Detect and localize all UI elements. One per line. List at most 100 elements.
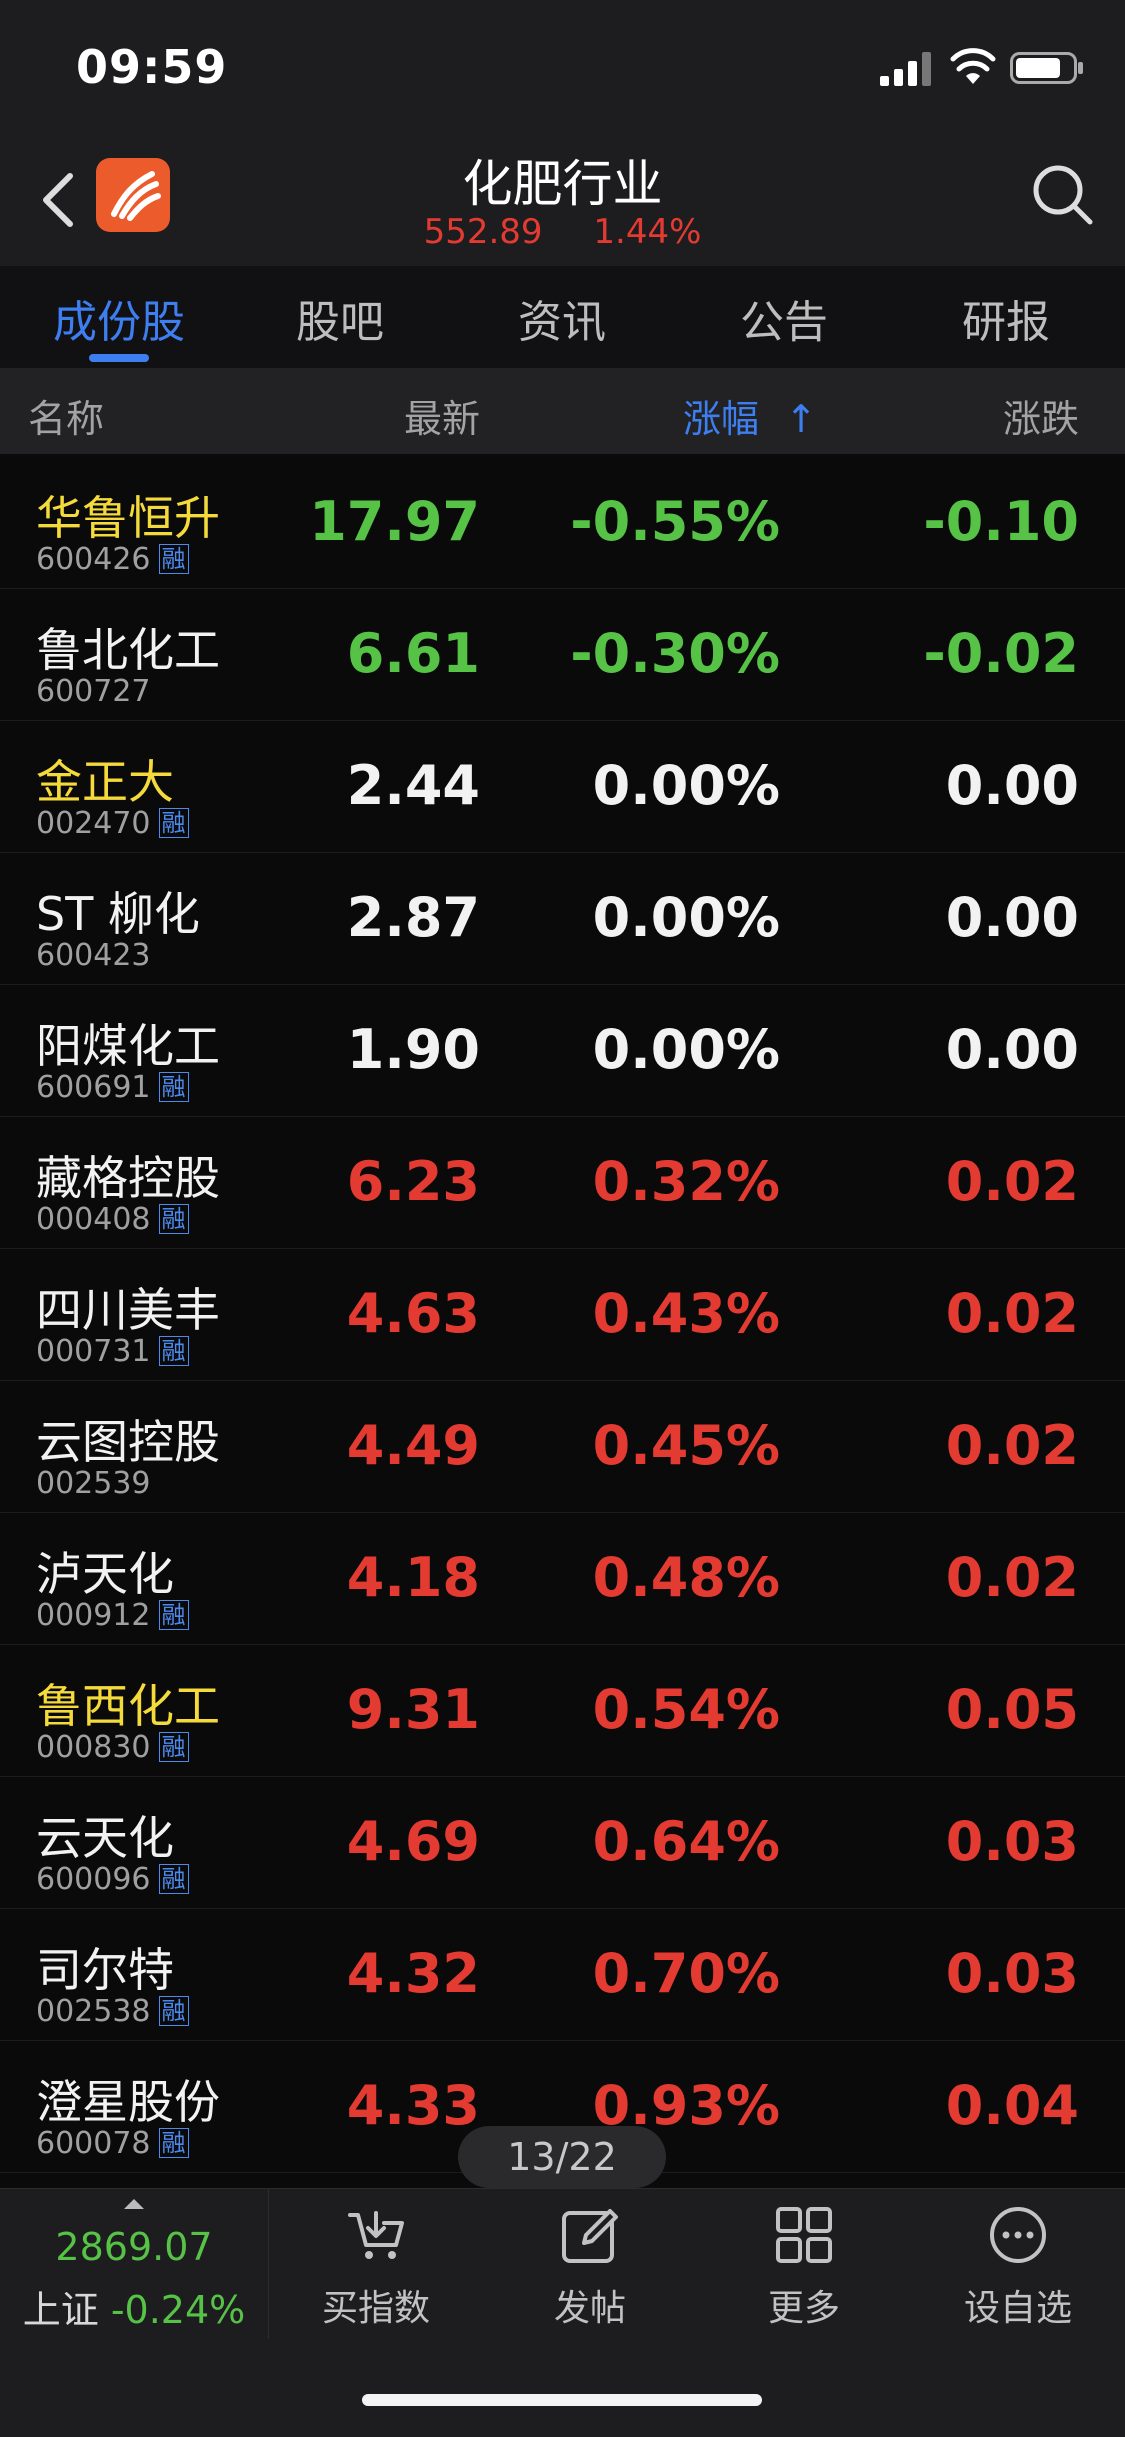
index-ticker-value: 2869.07 bbox=[55, 2225, 213, 2269]
stock-name: 藏格控股 bbox=[36, 1151, 220, 1205]
latest-price: 4.18 bbox=[346, 1546, 480, 1609]
tab-forum[interactable]: 股吧 bbox=[260, 286, 420, 350]
margin-trading-badge: 融 bbox=[158, 1864, 189, 1894]
stock-code-text: 600426 bbox=[36, 542, 151, 577]
index-quote: 552.89 1.44% bbox=[0, 212, 1125, 252]
stock-code-text: 000830 bbox=[36, 1730, 151, 1765]
margin-trading-badge: 融 bbox=[158, 544, 189, 574]
latest-price: 6.61 bbox=[346, 622, 480, 685]
stock-code: 000830 融 bbox=[36, 1730, 189, 1765]
table-row[interactable]: 华鲁恒升 600426 融 17.97 -0.55% -0.10 bbox=[0, 456, 1125, 589]
latest-price: 2.44 bbox=[346, 754, 480, 817]
price-change: 0.00 bbox=[945, 1018, 1079, 1081]
stock-code-text: 600727 bbox=[36, 674, 151, 709]
percent-change: 0.32% bbox=[592, 1150, 780, 1213]
latest-price: 6.23 bbox=[346, 1150, 480, 1213]
search-icon[interactable] bbox=[1030, 162, 1096, 228]
stock-code: 002470 融 bbox=[36, 806, 189, 841]
tab-bar: 成份股 股吧 资讯 公告 研报 bbox=[0, 266, 1125, 368]
table-row[interactable]: ST 柳化 600423 2.87 0.00% 0.00 bbox=[0, 852, 1125, 985]
margin-trading-badge: 融 bbox=[158, 1732, 189, 1762]
percent-change: 0.48% bbox=[592, 1546, 780, 1609]
margin-trading-badge: 融 bbox=[158, 1996, 189, 2026]
nav-header: 化肥行业 552.89 1.44% bbox=[0, 132, 1125, 266]
more-label: 更多 bbox=[767, 2288, 840, 2329]
stock-code: 600078 融 bbox=[36, 2126, 189, 2161]
table-row[interactable]: 云图控股 002539 4.49 0.45% 0.02 bbox=[0, 1380, 1125, 1513]
stock-name: 阳煤化工 bbox=[36, 1019, 220, 1073]
index-ticker[interactable]: 2869.07 上证 -0.24% bbox=[0, 2189, 269, 2339]
latest-price: 4.32 bbox=[346, 1942, 480, 2005]
col-pct-label: 涨幅 bbox=[683, 397, 760, 441]
buy-index-button[interactable]: 买指数 bbox=[296, 2203, 456, 2331]
table-row[interactable]: 鲁北化工 600727 6.61 -0.30% -0.02 bbox=[0, 588, 1125, 721]
percent-change: 0.45% bbox=[592, 1414, 780, 1477]
percent-change: 0.00% bbox=[592, 1018, 780, 1081]
col-change[interactable]: 涨跌 bbox=[1003, 388, 1079, 443]
compose-icon bbox=[562, 2209, 618, 2263]
price-change: 0.03 bbox=[945, 1810, 1079, 1873]
stock-name: 司尔特 bbox=[36, 1943, 174, 1997]
table-row[interactable]: 四川美丰 000731 融 4.63 0.43% 0.02 bbox=[0, 1248, 1125, 1381]
col-pct[interactable]: 涨幅 ↑ bbox=[683, 388, 817, 443]
table-row[interactable]: 云天化 600096 融 4.69 0.64% 0.03 bbox=[0, 1776, 1125, 1909]
table-row[interactable]: 藏格控股 000408 融 6.23 0.32% 0.02 bbox=[0, 1116, 1125, 1249]
add-watchlist-button[interactable]: 设自选 bbox=[938, 2203, 1098, 2331]
tab-announcements[interactable]: 公告 bbox=[704, 286, 864, 350]
index-ticker-change: -0.24% bbox=[110, 2288, 246, 2332]
margin-trading-badge: 融 bbox=[158, 808, 189, 838]
price-change: 0.02 bbox=[945, 1546, 1079, 1609]
price-change: 0.05 bbox=[945, 1678, 1079, 1741]
stock-name: 鲁北化工 bbox=[36, 623, 220, 677]
price-change: 0.00 bbox=[945, 886, 1079, 949]
percent-change: 0.54% bbox=[592, 1678, 780, 1741]
latest-price: 1.90 bbox=[346, 1018, 480, 1081]
signal-icon bbox=[880, 52, 931, 86]
tab-constituents[interactable]: 成份股 bbox=[39, 286, 199, 350]
post-button[interactable]: 发帖 bbox=[510, 2203, 670, 2331]
col-name[interactable]: 名称 bbox=[28, 388, 104, 443]
percent-change: -0.30% bbox=[570, 622, 780, 685]
percent-change: 0.00% bbox=[592, 754, 780, 817]
price-change: 0.02 bbox=[945, 1150, 1079, 1213]
price-change: -0.02 bbox=[923, 622, 1079, 685]
table-row[interactable]: 金正大 002470 融 2.44 0.00% 0.00 bbox=[0, 720, 1125, 853]
more-dots-icon bbox=[990, 2207, 1046, 2263]
home-indicator[interactable] bbox=[362, 2394, 762, 2406]
post-label: 发帖 bbox=[553, 2288, 626, 2329]
latest-price: 4.63 bbox=[346, 1282, 480, 1345]
status-bar: 09:59 bbox=[0, 0, 1125, 132]
stock-code-text: 000731 bbox=[36, 1334, 151, 1369]
latest-price: 4.33 bbox=[346, 2074, 480, 2137]
column-header: 名称 最新 涨幅 ↑ 涨跌 bbox=[0, 368, 1125, 454]
stock-code: 000408 融 bbox=[36, 1202, 189, 1237]
stock-code: 000912 融 bbox=[36, 1598, 189, 1633]
stock-code-text: 000912 bbox=[36, 1598, 151, 1633]
battery-icon bbox=[1010, 52, 1083, 84]
stock-code-text: 600423 bbox=[36, 938, 151, 973]
stock-code: 600423 bbox=[36, 938, 151, 973]
tab-research[interactable]: 研报 bbox=[926, 286, 1086, 350]
latest-price: 4.69 bbox=[346, 1810, 480, 1873]
wifi-icon bbox=[950, 48, 996, 84]
percent-change: 0.70% bbox=[592, 1942, 780, 2005]
price-change: 0.03 bbox=[945, 1942, 1079, 2005]
percent-change: 0.43% bbox=[592, 1282, 780, 1345]
col-latest[interactable]: 最新 bbox=[404, 388, 480, 443]
table-row[interactable]: 泸天化 000912 融 4.18 0.48% 0.02 bbox=[0, 1512, 1125, 1645]
tab-news[interactable]: 资讯 bbox=[482, 286, 642, 350]
percent-change: 0.00% bbox=[592, 886, 780, 949]
margin-trading-badge: 融 bbox=[158, 1600, 189, 1630]
stock-code: 600727 bbox=[36, 674, 151, 709]
stock-code-text: 002470 bbox=[36, 806, 151, 841]
table-row[interactable]: 鲁西化工 000830 融 9.31 0.54% 0.05 bbox=[0, 1644, 1125, 1777]
stock-name: 鲁西化工 bbox=[36, 1679, 220, 1733]
stock-code: 600096 融 bbox=[36, 1862, 189, 1897]
price-change: -0.10 bbox=[923, 490, 1079, 553]
more-button[interactable]: 更多 bbox=[724, 2203, 884, 2331]
table-row[interactable]: 阳煤化工 600691 融 1.90 0.00% 0.00 bbox=[0, 984, 1125, 1117]
index-price: 552.89 bbox=[423, 212, 543, 252]
table-row[interactable]: 司尔特 002538 融 4.32 0.70% 0.03 bbox=[0, 1908, 1125, 2041]
sort-arrow-icon: ↑ bbox=[785, 397, 817, 441]
stock-code-text: 000408 bbox=[36, 1202, 151, 1237]
